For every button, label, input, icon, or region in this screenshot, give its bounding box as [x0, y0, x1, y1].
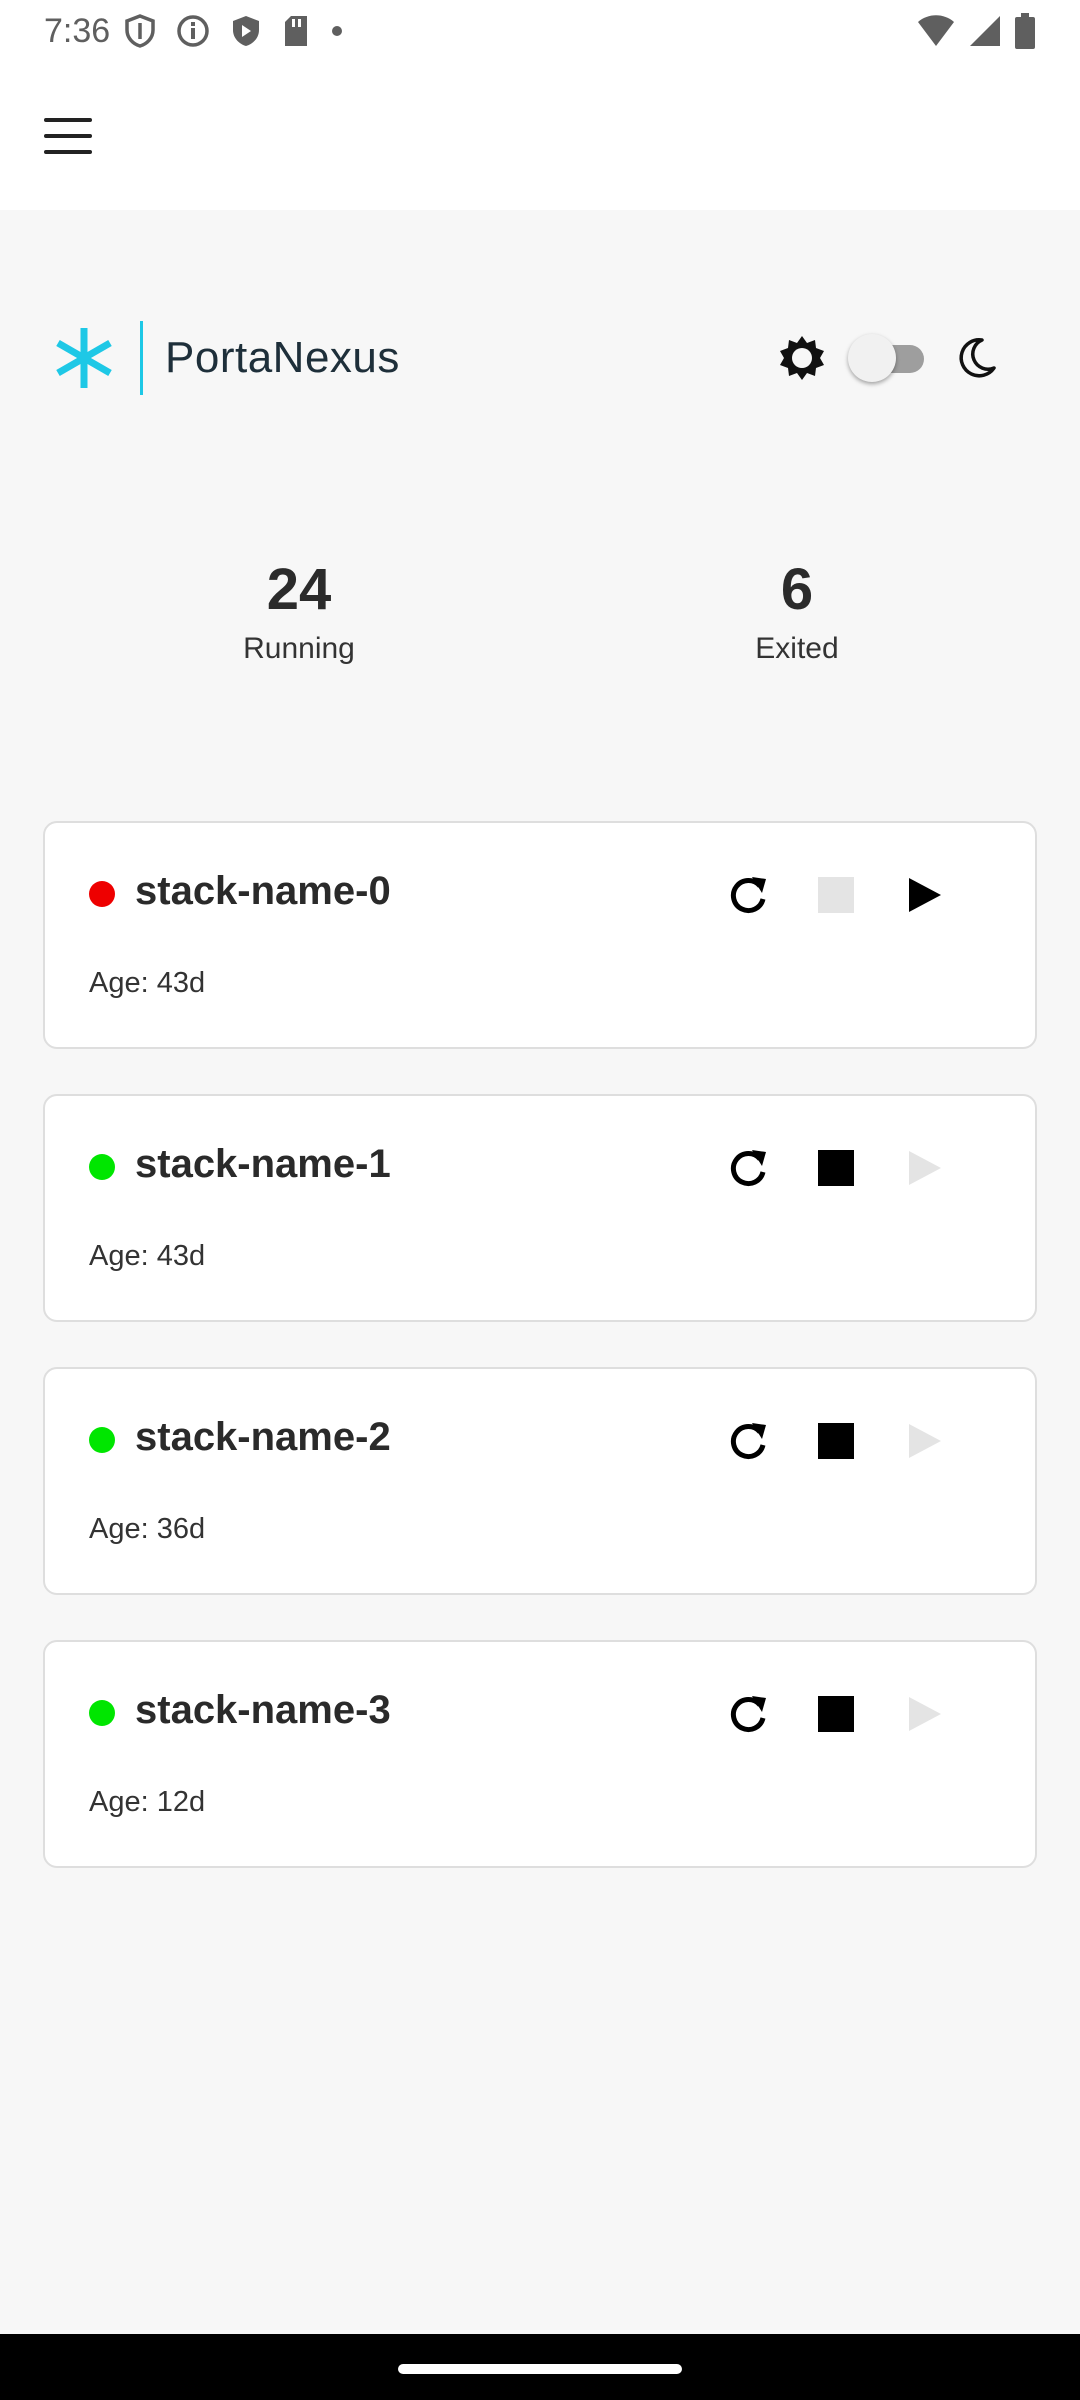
- stop-button[interactable]: [813, 1691, 859, 1737]
- stat-label: Running: [243, 632, 355, 665]
- dot-icon: [332, 26, 343, 36]
- stack-card[interactable]: stack-name-0 Age: 43d: [43, 821, 1037, 1049]
- restart-icon: [730, 1150, 766, 1186]
- stack-name: stack-name-0: [135, 869, 391, 913]
- status-time: 7:36: [44, 11, 111, 50]
- stop-icon: [818, 1696, 854, 1732]
- stat-label: Exited: [755, 632, 839, 665]
- signal-icon: [970, 16, 1000, 46]
- restart-icon: [730, 1696, 766, 1732]
- status-dot: [89, 881, 115, 907]
- sun-icon: [780, 336, 824, 380]
- stack-card[interactable]: stack-name-1 Age: 43d: [43, 1094, 1037, 1322]
- stack-card[interactable]: stack-name-2 Age: 36d: [43, 1367, 1037, 1595]
- status-icons: [124, 14, 344, 48]
- play-icon: [909, 878, 941, 912]
- stop-button[interactable]: [813, 1418, 859, 1464]
- stat-value: 24: [266, 557, 332, 622]
- dark-mode-switch[interactable]: [848, 334, 928, 382]
- stat-value: 6: [780, 557, 814, 622]
- stack-age: Age: 12d: [89, 1786, 206, 1818]
- brand: PortaNexus: [52, 318, 400, 398]
- sd-card-icon: [285, 16, 308, 46]
- info-icon: [177, 15, 209, 47]
- stack-name: stack-name-3: [135, 1688, 391, 1732]
- status-dot: [89, 1700, 115, 1726]
- restart-button[interactable]: [725, 1418, 771, 1464]
- battery-icon: [1015, 13, 1035, 49]
- theme-toggle: [776, 326, 1000, 390]
- start-button[interactable]: [901, 1418, 947, 1464]
- status-bar: 7:36: [0, 0, 1080, 62]
- stop-button[interactable]: [813, 1145, 859, 1191]
- wifi-icon: [918, 15, 954, 46]
- stack-actions: [725, 1682, 947, 1746]
- play-icon: [909, 1151, 941, 1185]
- play-icon: [909, 1424, 941, 1458]
- stack-actions: [725, 863, 947, 927]
- stop-icon: [818, 1423, 854, 1459]
- stack-age: Age: 43d: [89, 967, 206, 999]
- hamburger-menu-icon[interactable]: [44, 118, 92, 154]
- portanexus-logo-icon: [56, 328, 112, 388]
- stack-card[interactable]: stack-name-3 Age: 12d: [43, 1640, 1037, 1868]
- switch-thumb: [848, 334, 896, 382]
- start-button[interactable]: [901, 872, 947, 918]
- stack-age: Age: 36d: [89, 1513, 206, 1545]
- play-icon: [909, 1697, 941, 1731]
- restart-button[interactable]: [725, 872, 771, 918]
- status-dot: [89, 1154, 115, 1180]
- app-bar: [0, 62, 1080, 210]
- restart-button[interactable]: [725, 1145, 771, 1191]
- status-right: [916, 13, 1036, 49]
- shield-icon: [125, 14, 155, 48]
- stat-running: 24 Running: [149, 552, 449, 666]
- brand-name: PortaNexus: [165, 333, 400, 382]
- stack-name: stack-name-2: [135, 1415, 391, 1459]
- stop-icon: [818, 1150, 854, 1186]
- brand-divider: [140, 321, 143, 395]
- system-nav-bar: [0, 2334, 1080, 2400]
- stop-icon: [818, 877, 854, 913]
- moon-icon: [959, 338, 996, 378]
- restart-button[interactable]: [725, 1691, 771, 1737]
- stop-button[interactable]: [813, 872, 859, 918]
- restart-icon: [730, 1423, 766, 1459]
- stack-actions: [725, 1409, 947, 1473]
- restart-icon: [730, 877, 766, 913]
- stat-exited: 6 Exited: [647, 552, 947, 666]
- start-button[interactable]: [901, 1691, 947, 1737]
- stack-age: Age: 43d: [89, 1240, 206, 1272]
- start-button[interactable]: [901, 1145, 947, 1191]
- stack-actions: [725, 1136, 947, 1200]
- home-gesture-handle[interactable]: [398, 2364, 682, 2374]
- stack-name: stack-name-1: [135, 1142, 391, 1186]
- shield-filled-icon: [233, 16, 260, 46]
- status-dot: [89, 1427, 115, 1453]
